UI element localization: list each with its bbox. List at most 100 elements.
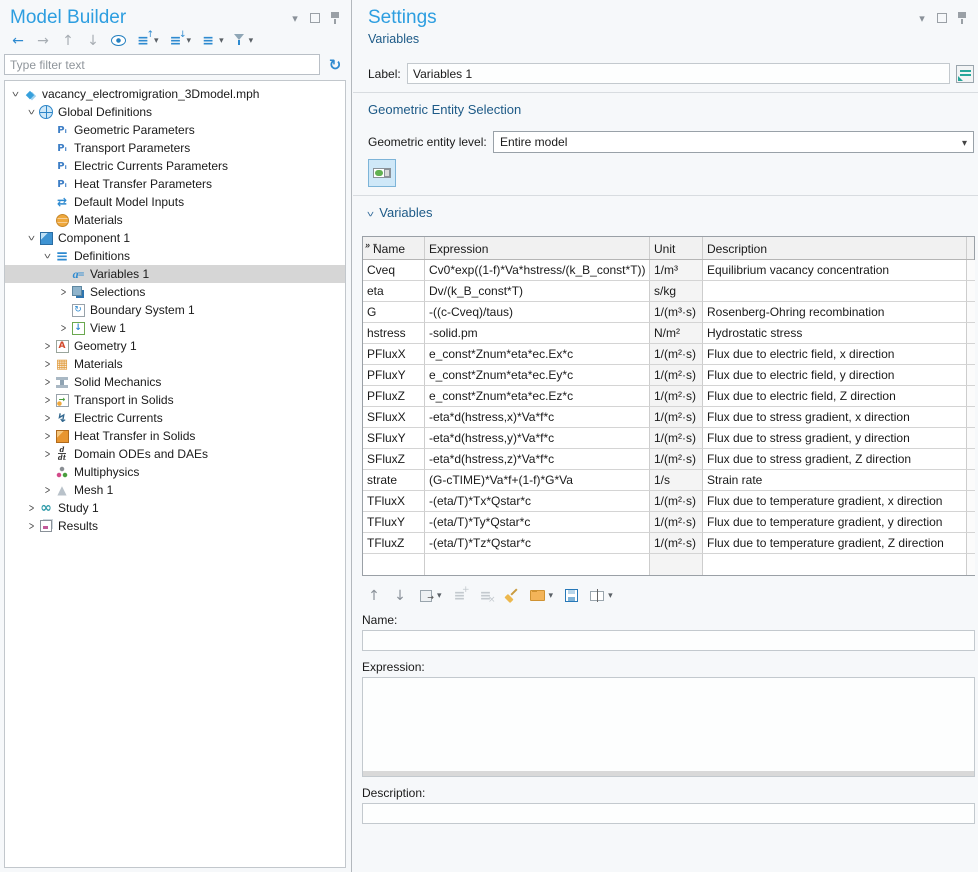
variable-row[interactable]: TFluxZ -(eta/T)*Tz*Qstar*c 1/(m²·s) Flux…	[363, 533, 974, 554]
refresh-icon[interactable]	[325, 55, 345, 75]
variable-row[interactable]: eta Dv/(k_B_const*T) s/kg	[363, 281, 974, 302]
variable-row[interactable]: SFluxY -eta*d(hstress,y)*Va*f*c 1/(m²·s)…	[363, 428, 974, 449]
variable-name-cell[interactable]: hstress	[363, 323, 425, 344]
variable-name-cell[interactable]: SFluxX	[363, 407, 425, 428]
clear-table-icon[interactable]	[502, 587, 522, 604]
tree-chevron-icon[interactable]	[41, 431, 54, 441]
tree-item-heat-transfer-in-solids[interactable]: Heat Transfer in Solids	[5, 427, 345, 445]
variable-row[interactable]: strate (G-cTIME)*Va*f+(1-f)*G*Va 1/s Str…	[363, 470, 974, 491]
float-window-icon[interactable]	[309, 11, 321, 25]
tree-item-component-1[interactable]: Component 1	[5, 229, 345, 247]
tree-chevron-icon[interactable]	[41, 449, 54, 459]
variables-section-header[interactable]: Variables	[353, 205, 978, 220]
variable-row[interactable]: PFluxX e_const*Znum*eta*ec.Ex*c 1/(m²·s)…	[363, 344, 974, 365]
pin-icon[interactable]	[329, 11, 341, 25]
variable-description-cell[interactable]: Flux due to stress gradient, y direction	[703, 428, 967, 449]
variable-description-cell[interactable]	[703, 554, 967, 575]
back-icon[interactable]	[8, 32, 28, 49]
variable-row[interactable]: PFluxY e_const*Znum*eta*ec.Ey*c 1/(m²·s)…	[363, 365, 974, 386]
variable-name-cell[interactable]: TFluxY	[363, 512, 425, 533]
variable-description-cell[interactable]: Strain rate	[703, 470, 967, 491]
variable-description-cell[interactable]: Flux due to temperature gradient, x dire…	[703, 491, 967, 512]
tree-item-transport-in-solids[interactable]: Transport in Solids	[5, 391, 345, 409]
tree-chevron-icon[interactable]	[41, 377, 54, 387]
filter-icon[interactable]	[231, 32, 256, 49]
tree-item-transport-parameters[interactable]: Transport Parameters	[5, 139, 345, 157]
load-from-file-icon[interactable]	[528, 587, 556, 604]
variable-expression-cell[interactable]: e_const*Znum*eta*ec.Ey*c	[425, 365, 650, 386]
column-header-unit[interactable]: Unit	[650, 237, 703, 259]
variable-name-cell[interactable]: SFluxZ	[363, 449, 425, 470]
move-down-icon[interactable]	[390, 587, 410, 604]
filter-input[interactable]	[4, 54, 320, 75]
label-edit-icon[interactable]	[956, 65, 974, 83]
tree-chevron-icon[interactable]	[25, 107, 38, 117]
add-row-icon[interactable]	[450, 587, 470, 604]
variable-description-cell[interactable]: Equilibrium vacancy concentration	[703, 260, 967, 281]
tree-chevron-icon[interactable]	[25, 233, 38, 243]
tree-item-materials[interactable]: Materials	[5, 355, 345, 373]
tree-item-geometric-parameters[interactable]: Geometric Parameters	[5, 121, 345, 139]
variable-expression-cell[interactable]: Cv0*exp((1-f)*Va*hstress/(k_B_const*T))	[425, 260, 650, 281]
column-options-icon[interactable]	[365, 237, 377, 251]
variable-description-cell[interactable]: Hydrostatic stress	[703, 323, 967, 344]
delete-row-icon[interactable]	[476, 587, 496, 604]
tree-chevron-icon[interactable]	[25, 503, 38, 513]
tree-item-definitions[interactable]: Definitions	[5, 247, 345, 265]
tree-item-results[interactable]: Results	[5, 517, 345, 535]
variable-description-cell[interactable]: Flux due to electric field, x direction	[703, 344, 967, 365]
move-to-icon[interactable]	[416, 587, 444, 604]
label-input[interactable]	[407, 63, 950, 84]
description-input[interactable]	[362, 803, 975, 824]
variable-expression-cell[interactable]: -eta*d(hstress,z)*Va*f*c	[425, 449, 650, 470]
move-up-icon[interactable]	[58, 32, 78, 49]
tree-item-study-1[interactable]: Study 1	[5, 499, 345, 517]
variable-name-cell[interactable]: PFluxX	[363, 344, 425, 365]
variable-row[interactable]: SFluxZ -eta*d(hstress,z)*Va*f*c 1/(m²·s)…	[363, 449, 974, 470]
variable-name-cell[interactable]: PFluxZ	[363, 386, 425, 407]
tree-item-view-1[interactable]: View 1	[5, 319, 345, 337]
variable-description-cell[interactable]: Flux due to stress gradient, x direction	[703, 407, 967, 428]
variable-expression-cell[interactable]: -solid.pm	[425, 323, 650, 344]
variable-description-cell[interactable]	[703, 281, 967, 302]
tree-chevron-icon[interactable]	[41, 251, 54, 261]
variable-name-cell[interactable]: TFluxZ	[363, 533, 425, 554]
variable-expression-cell[interactable]: -(eta/T)*Tx*Qstar*c	[425, 491, 650, 512]
expression-input[interactable]	[363, 678, 974, 771]
variable-row[interactable]: hstress -solid.pm N/m² Hydrostatic stres…	[363, 323, 974, 344]
variable-name-cell[interactable]: PFluxY	[363, 365, 425, 386]
tree-item-geometry-1[interactable]: Geometry 1	[5, 337, 345, 355]
pin-icon[interactable]	[956, 11, 968, 25]
variable-row[interactable]: G -((c-Cveq)/taus) 1/(m³·s) Rosenberg-Oh…	[363, 302, 974, 323]
tree-chevron-icon[interactable]	[25, 521, 38, 531]
panel-menu-icon[interactable]	[916, 11, 928, 25]
variable-expression-cell[interactable]: -((c-Cveq)/taus)	[425, 302, 650, 323]
float-window-icon[interactable]	[936, 11, 948, 25]
variable-name-cell[interactable]: G	[363, 302, 425, 323]
move-up-icon[interactable]	[364, 587, 384, 604]
variable-description-cell[interactable]: Flux due to temperature gradient, Z dire…	[703, 533, 967, 554]
variable-description-cell[interactable]: Flux due to temperature gradient, y dire…	[703, 512, 967, 533]
variable-row[interactable]: SFluxX -eta*d(hstress,x)*Va*f*c 1/(m²·s)…	[363, 407, 974, 428]
variable-name-cell[interactable]: TFluxX	[363, 491, 425, 512]
variable-expression-cell[interactable]: -(eta/T)*Ty*Qstar*c	[425, 512, 650, 533]
variable-row[interactable]	[363, 554, 974, 575]
tree-item-heat-transfer-parameters[interactable]: Heat Transfer Parameters	[5, 175, 345, 193]
tree-item-selections[interactable]: Selections	[5, 283, 345, 301]
tree-chevron-icon[interactable]	[41, 395, 54, 405]
variable-name-cell[interactable]: eta	[363, 281, 425, 302]
variable-name-cell[interactable]: SFluxY	[363, 428, 425, 449]
tree-item-electric-currents-parameters[interactable]: Electric Currents Parameters	[5, 157, 345, 175]
tree-item-domain-odes-and-daes[interactable]: Domain ODEs and DAEs	[5, 445, 345, 463]
horizontal-scrollbar[interactable]	[363, 771, 974, 776]
variable-name-cell[interactable]: Cveq	[363, 260, 425, 281]
node-label-icon[interactable]	[198, 32, 226, 49]
variable-name-cell[interactable]	[363, 554, 425, 575]
panel-menu-icon[interactable]	[289, 11, 301, 25]
expand-all-icon[interactable]	[166, 32, 194, 49]
tree-item-variables-1[interactable]: Variables 1	[5, 265, 345, 283]
variable-expression-cell[interactable]: -eta*d(hstress,x)*Va*f*c	[425, 407, 650, 428]
variable-row[interactable]: PFluxZ e_const*Znum*eta*ec.Ez*c 1/(m²·s)…	[363, 386, 974, 407]
variable-description-cell[interactable]: Rosenberg-Ohring recombination	[703, 302, 967, 323]
variable-expression-cell[interactable]: e_const*Znum*eta*ec.Ez*c	[425, 386, 650, 407]
